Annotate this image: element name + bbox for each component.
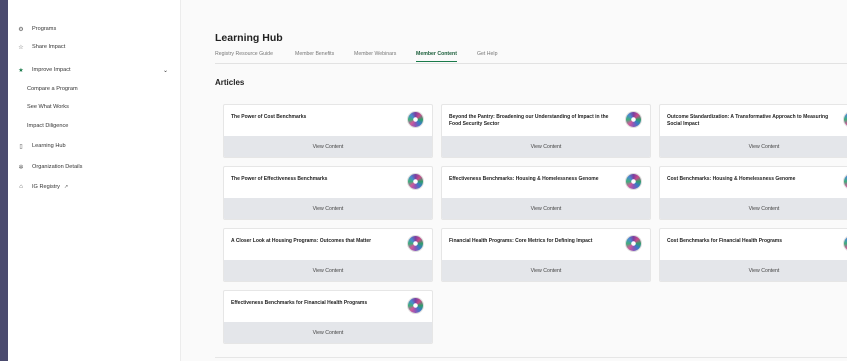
view-content-button[interactable]: View Content	[224, 322, 432, 343]
genome-icon	[626, 236, 641, 251]
genome-icon	[626, 174, 641, 189]
tab-get-help[interactable]: Get Help	[477, 51, 497, 61]
sidebar-subitem-label: Compare a Program	[27, 86, 78, 92]
sidebar-item-label: Organization Details	[32, 164, 83, 170]
divider	[215, 357, 847, 358]
article-title: Beyond the Pantry: Broadening our Unders…	[449, 114, 609, 127]
article-title: The Power of Cost Benchmarks	[231, 114, 307, 120]
genome-icon	[408, 298, 423, 313]
sidebar: ⚙ Programs ☆ Share Impact ★ Improve Impa…	[8, 0, 181, 361]
external-link-icon: ↗	[63, 184, 69, 190]
article-card: Beyond the Pantry: Broadening our Unders…	[441, 104, 651, 158]
article-card: A Closer Look at Housing Programs: Outco…	[223, 228, 433, 282]
view-content-button[interactable]: View Content	[224, 198, 432, 219]
genome-icon	[408, 112, 423, 127]
sidebar-item-label: Improve Impact	[32, 67, 71, 73]
sidebar-item-programs[interactable]: ⚙ Programs	[8, 22, 180, 36]
sidebar-subitem-impact-diligence[interactable]: Impact Diligence	[27, 120, 68, 132]
star-icon: ☆	[18, 44, 24, 51]
sidebar-item-organization-details[interactable]: ✲ Organization Details	[8, 160, 180, 174]
chevron-down-icon[interactable]: ⌄	[163, 67, 168, 74]
article-title: Outcome Standardization: A Transformativ…	[667, 114, 829, 127]
article-title: Effectiveness Benchmarks for Financial H…	[231, 300, 368, 306]
registry-icon: ⌂	[19, 184, 23, 190]
view-content-button[interactable]: View Content	[442, 198, 650, 219]
genome-icon	[408, 174, 423, 189]
page-title: Learning Hub	[215, 32, 283, 44]
sidebar-item-improve-impact[interactable]: ★ Improve Impact ⌄	[8, 63, 180, 77]
article-card: Cost Benchmarks: Housing & Homelessness …	[659, 166, 847, 220]
sidebar-item-ig-registry[interactable]: ⌂ IG Registry ↗	[8, 180, 180, 194]
main-content: Learning Hub Registry Resource Guide Mem…	[181, 0, 847, 361]
sidebar-subitem-see-what-works[interactable]: See What Works	[27, 101, 69, 113]
tab-member-webinars[interactable]: Member Webinars	[354, 51, 396, 61]
tab-registry-resource-guide[interactable]: Registry Resource Guide	[215, 51, 273, 61]
article-card: Cost Benchmarks for Financial Health Pro…	[659, 228, 847, 282]
sidebar-subitem-label: See What Works	[27, 104, 69, 110]
article-title: A Closer Look at Housing Programs: Outco…	[231, 238, 372, 244]
view-content-button[interactable]: View Content	[224, 260, 432, 281]
article-card: The Power of Cost Benchmarks View Conten…	[223, 104, 433, 158]
view-content-button[interactable]: View Content	[442, 136, 650, 157]
settings-icon: ⚙	[18, 26, 24, 33]
sidebar-item-share-impact[interactable]: ☆ Share Impact	[8, 40, 180, 54]
tab-bar: Registry Resource Guide Member Benefits …	[215, 51, 847, 64]
view-content-button[interactable]: View Content	[224, 136, 432, 157]
tab-divider	[215, 63, 847, 64]
sidebar-item-label: Learning Hub	[32, 143, 66, 149]
article-card: Effectiveness Benchmarks: Housing & Home…	[441, 166, 651, 220]
star-filled-icon: ★	[18, 67, 24, 74]
sidebar-item-label: IG Registry	[32, 184, 60, 190]
tab-member-content[interactable]: Member Content	[416, 51, 457, 62]
article-title: Financial Health Programs: Core Metrics …	[449, 238, 593, 244]
view-content-button[interactable]: View Content	[660, 198, 847, 219]
sidebar-subitem-label: Impact Diligence	[27, 123, 69, 129]
article-title: Effectiveness Benchmarks: Housing & Home…	[449, 176, 599, 182]
book-icon: ▯	[19, 143, 23, 150]
view-content-button[interactable]: View Content	[660, 260, 847, 281]
genome-icon	[408, 236, 423, 251]
article-title: Cost Benchmarks for Financial Health Pro…	[667, 238, 783, 244]
tab-member-benefits[interactable]: Member Benefits	[295, 51, 334, 61]
section-title: Articles	[215, 78, 245, 87]
view-content-button[interactable]: View Content	[442, 260, 650, 281]
sidebar-item-learning-hub[interactable]: ▯ Learning Hub	[8, 139, 180, 153]
gear-icon: ✲	[18, 164, 24, 171]
sidebar-item-label: Share Impact	[32, 44, 66, 50]
view-content-button[interactable]: View Content	[660, 136, 847, 157]
genome-icon	[626, 112, 641, 127]
app-window: ⚙ Programs ☆ Share Impact ★ Improve Impa…	[8, 0, 847, 361]
article-title: The Power of Effectiveness Benchmarks	[231, 176, 328, 182]
article-card: Effectiveness Benchmarks for Financial H…	[223, 290, 433, 344]
sidebar-item-label: Programs	[32, 26, 57, 32]
article-card: The Power of Effectiveness Benchmarks Vi…	[223, 166, 433, 220]
article-card: Outcome Standardization: A Transformativ…	[659, 104, 847, 158]
sidebar-subitem-compare[interactable]: Compare a Program	[27, 83, 78, 95]
article-title: Cost Benchmarks: Housing & Homelessness …	[667, 176, 796, 182]
article-card: Financial Health Programs: Core Metrics …	[441, 228, 651, 282]
